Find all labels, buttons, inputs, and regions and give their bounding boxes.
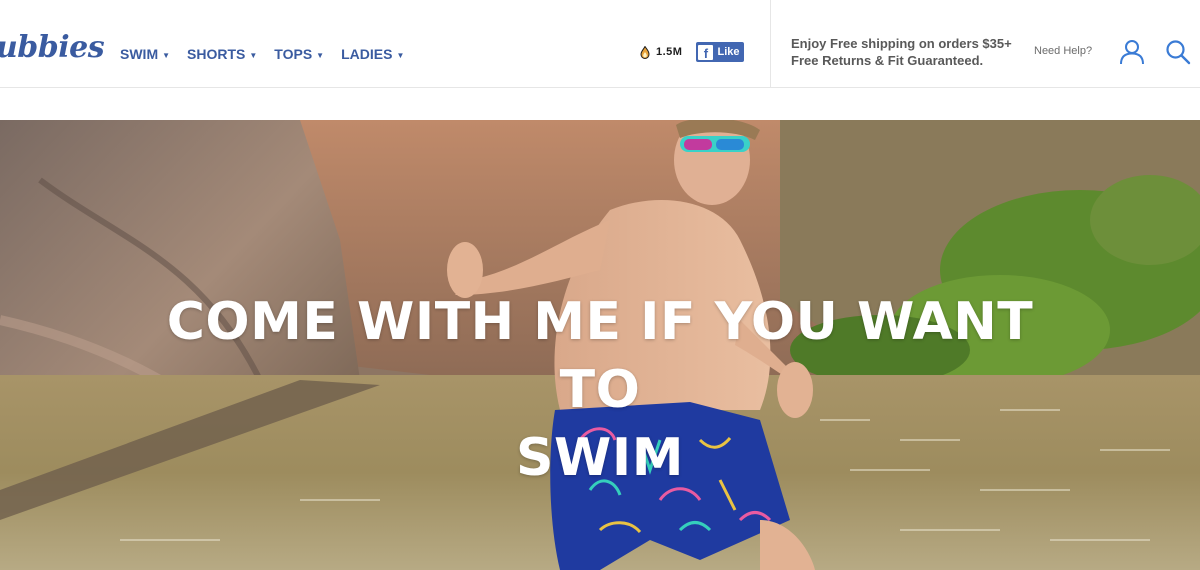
need-help-link[interactable]: Need Help? (1034, 45, 1092, 57)
follower-count-value: 1.5M (656, 46, 683, 58)
flame-icon (640, 45, 650, 59)
nav-item-label: LADIES (341, 46, 393, 62)
nav-item-label: TOPS (274, 46, 313, 62)
facebook-f-icon: f (698, 44, 714, 60)
follower-count: 1.5M (640, 45, 683, 59)
site-header: ubbies SWIM ▼ SHORTS ▼ TOPS ▼ LADIES ▼ 1… (0, 0, 1200, 88)
hero-title-line-2: SWIM (516, 428, 684, 488)
chevron-down-icon: ▼ (249, 50, 258, 60)
hero-banner[interactable]: COME WITH ME IF YOU WANT TO SWIM (0, 120, 1200, 570)
chevron-down-icon: ▼ (396, 50, 405, 60)
chevron-down-icon: ▼ (162, 50, 171, 60)
nav-item-swim[interactable]: SWIM ▼ (120, 46, 170, 62)
promo-line-1: Enjoy Free shipping on orders $35+ (791, 36, 1012, 51)
social-bar: 1.5M f Like (640, 42, 745, 62)
facebook-like-label: Like (717, 46, 740, 58)
shipping-promo: Enjoy Free shipping on orders $35+ Free … (791, 35, 1012, 69)
nav-item-shorts[interactable]: SHORTS ▼ (187, 46, 257, 62)
brand-logo[interactable]: ubbies (0, 30, 105, 65)
nav-item-label: SWIM (120, 46, 159, 62)
header-divider (770, 0, 771, 88)
promo-line-2: Free Returns & Fit Guaranteed. (791, 53, 984, 68)
main-nav: SWIM ▼ SHORTS ▼ TOPS ▼ LADIES ▼ (120, 46, 404, 62)
hero-title: COME WITH ME IF YOU WANT TO SWIM (150, 288, 1050, 492)
nav-item-ladies[interactable]: LADIES ▼ (341, 46, 404, 62)
facebook-like-button[interactable]: f Like (696, 42, 745, 62)
nav-item-tops[interactable]: TOPS ▼ (274, 46, 324, 62)
nav-item-label: SHORTS (187, 46, 246, 62)
search-icon[interactable] (1165, 39, 1191, 65)
chevron-down-icon: ▼ (316, 50, 325, 60)
hero-title-line-1: COME WITH ME IF YOU WANT TO (166, 292, 1034, 420)
user-icon[interactable] (1119, 39, 1145, 65)
